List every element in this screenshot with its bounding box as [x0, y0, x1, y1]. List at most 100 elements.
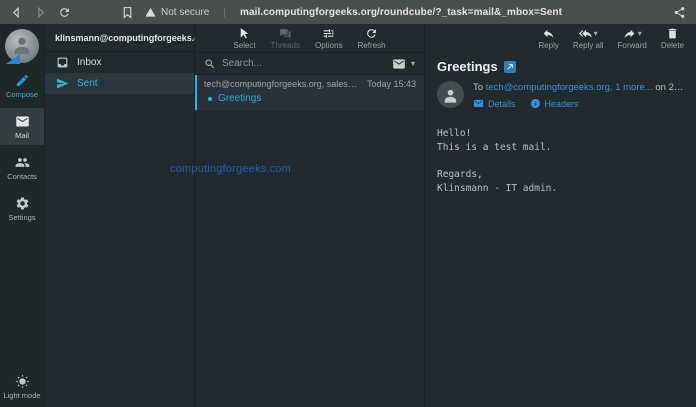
reply-icon [542, 27, 555, 40]
send-icon [56, 77, 69, 90]
search-input[interactable] [222, 58, 386, 69]
reload-icon[interactable] [58, 6, 71, 19]
sidebar-item-mail[interactable]: Mail [0, 108, 44, 145]
sun-icon [15, 374, 30, 389]
subject-row: Greetings [437, 59, 684, 74]
search-options: ▾ [392, 57, 415, 71]
person-icon [11, 34, 33, 60]
toolbar-label: Refresh [358, 41, 386, 50]
share-icon[interactable] [673, 6, 686, 19]
back-icon[interactable] [10, 6, 23, 19]
headers-label: Headers [545, 99, 579, 109]
forward-button[interactable]: ▾ Forward [618, 27, 647, 50]
message-date: Today 15:43 [367, 79, 416, 89]
toolbar-label: Select [233, 41, 255, 50]
to-label: To [473, 82, 483, 93]
folder-item-sent[interactable]: Sent [45, 73, 194, 94]
forward-iconrow: ▾ [623, 27, 642, 40]
folder-panel: klinsmann@computingforgeeks.org ⋮ Inbox … [45, 24, 195, 407]
security-indicator[interactable]: Not secure [145, 7, 209, 18]
light-mode-label: Light mode [3, 391, 40, 400]
light-mode-toggle[interactable]: Light mode [0, 368, 44, 405]
toolbar-label: Reply [538, 41, 558, 50]
details-toggle[interactable]: Details [473, 98, 516, 109]
account-bar: klinsmann@computingforgeeks.org ⋮ [45, 24, 194, 52]
toolbar-label: Reply all [573, 41, 604, 50]
tune-icon [322, 27, 335, 40]
envelope-icon[interactable] [392, 57, 406, 71]
threads-icon [279, 27, 292, 40]
message-from: tech@computingforgeeks.org, sales@comput… [204, 79, 361, 89]
inbox-icon [56, 56, 69, 69]
sidebar-item-contacts[interactable]: Contacts [0, 149, 44, 186]
message-list-toolbar: Select Threads Options Refresh [195, 24, 424, 52]
message-subject: Greetings [218, 93, 261, 104]
reply-all-button[interactable]: ▾ Reply all [573, 27, 604, 50]
toolbar-label: Forward [618, 41, 647, 50]
headers-toggle[interactable]: Headers [530, 98, 579, 109]
reply-button[interactable]: Reply [538, 27, 558, 50]
message-view-toolbar: Reply ▾ Reply all ▾ Forward [425, 24, 696, 52]
toolbar-label: Delete [661, 41, 684, 50]
refresh-button[interactable]: Refresh [358, 27, 386, 50]
warning-icon [145, 7, 156, 18]
recipient-link[interactable]: tech@computingforgeeks.org, [486, 82, 613, 93]
sidebar-item-label: Contacts [7, 172, 37, 181]
folder-label: Inbox [77, 57, 101, 68]
more-recipients-link[interactable]: 1 more... [615, 82, 653, 93]
bookmark-icon[interactable] [121, 6, 134, 19]
envelope-icon [473, 98, 484, 109]
sidebar-item-label: Settings [8, 213, 35, 222]
options-button[interactable]: Options [315, 27, 343, 50]
browser-toolbar: Not secure | mail.computingforgeeks.org/… [0, 0, 696, 24]
to-line: To tech@computingforgeeks.org, 1 more...… [473, 82, 684, 93]
reply-all-icon [579, 27, 592, 40]
forward-icon[interactable] [34, 6, 47, 19]
folder-label: Sent [77, 78, 98, 89]
trash-icon [666, 27, 679, 40]
meta-line: Details Headers [473, 98, 684, 109]
compose-icon [15, 73, 30, 88]
sidebar-item-compose[interactable]: Compose [0, 67, 44, 104]
gear-icon [15, 196, 30, 211]
chevron-down-icon[interactable]: ▾ [411, 60, 415, 68]
chrome-separator: | [223, 7, 226, 18]
details-label: Details [488, 99, 516, 109]
contacts-icon [15, 155, 30, 170]
sidebar-item-label: Mail [15, 131, 29, 140]
search-icon [204, 58, 216, 70]
open-in-new-window-icon[interactable] [504, 61, 516, 73]
message-view-subject: Greetings [437, 59, 498, 74]
sidebar-item-settings[interactable]: Settings [0, 190, 44, 227]
app-sidebar: Compose Mail Contacts Settings Lig [0, 24, 45, 407]
message-row-meta: tech@computingforgeeks.org, sales@comput… [204, 79, 416, 89]
chevron-down-icon[interactable]: ▾ [594, 30, 598, 38]
chevron-down-icon[interactable]: ▾ [638, 30, 642, 38]
message-datetime: on 2023-07-24 15:43 [655, 82, 684, 93]
message-list-row[interactable]: tech@computingforgeeks.org, sales@comput… [195, 75, 424, 110]
reply-all-iconrow: ▾ [579, 27, 598, 40]
cursor-icon [238, 27, 251, 40]
message-list-panel: Select Threads Options Refresh [195, 24, 425, 407]
mail-icon [15, 114, 30, 129]
refresh-icon [365, 27, 378, 40]
address-bar[interactable]: mail.computingforgeeks.org/roundcube/?_t… [240, 7, 562, 18]
message-view-panel: Reply ▾ Reply all ▾ Forward [425, 24, 696, 407]
avatar-image [5, 29, 39, 63]
forward-icon [623, 27, 636, 40]
toolbar-label: Options [315, 41, 343, 50]
address-row: To tech@computingforgeeks.org, 1 more...… [437, 81, 684, 109]
select-button[interactable]: Select [233, 27, 255, 50]
message-header: Greetings To tech@computingforgeeks.org,… [425, 52, 696, 111]
folder-item-inbox[interactable]: Inbox [45, 52, 194, 73]
info-icon [530, 98, 541, 109]
sidebar-item-label: Compose [6, 90, 38, 99]
roundcube-app: Compose Mail Contacts Settings Lig [0, 24, 696, 407]
search-bar: ▾ [195, 52, 424, 75]
address-lines: To tech@computingforgeeks.org, 1 more...… [473, 81, 684, 109]
toolbar-label: Threads [271, 41, 300, 50]
user-avatar[interactable] [5, 29, 39, 63]
threads-button[interactable]: Threads [271, 27, 300, 50]
delete-button[interactable]: Delete [661, 27, 684, 50]
message-body: Hello! This is a test mail. Regards, Kli… [425, 111, 696, 212]
